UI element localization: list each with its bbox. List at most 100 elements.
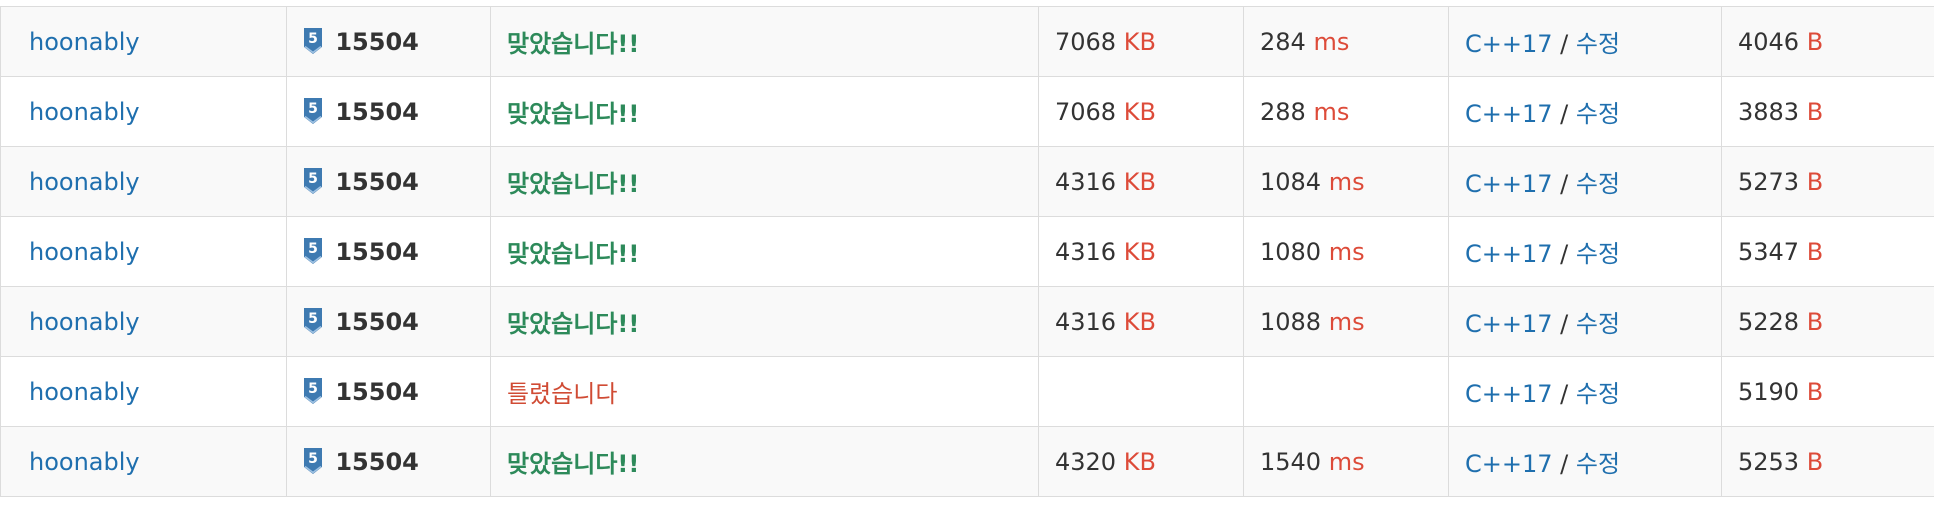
memory-cell: 4316 KB: [1038, 286, 1244, 357]
problem-cell: 5 15504: [286, 6, 491, 77]
memory-value: 7068: [1055, 27, 1117, 56]
code-length-value: 5253: [1738, 447, 1800, 476]
language-separator: /: [1560, 450, 1569, 478]
result-text[interactable]: 맞았습니다!!: [507, 310, 639, 338]
tier-badge-text: 5: [308, 31, 318, 47]
memory-value: 4316: [1055, 307, 1117, 336]
submission-status-table: hoonably 5 15504 맞았습니다!! 7068 KB 284 ms …: [0, 6, 1934, 497]
tier-badge-icon: 5: [304, 378, 322, 404]
problem-cell: 5 15504: [286, 286, 491, 357]
edit-link[interactable]: 수정: [1576, 170, 1620, 198]
edit-link[interactable]: 수정: [1576, 240, 1620, 268]
problem-link[interactable]: 15504: [335, 168, 419, 196]
result-text[interactable]: 맞았습니다!!: [507, 100, 639, 128]
time-unit: ms: [1328, 237, 1365, 266]
tier-badge-text: 5: [308, 101, 318, 117]
code-length-unit: B: [1806, 97, 1824, 126]
language-separator: /: [1560, 30, 1569, 58]
problem-cell: 5 15504: [286, 146, 491, 217]
user-link[interactable]: hoonably: [29, 28, 140, 56]
result-text[interactable]: 틀렸습니다: [507, 380, 617, 408]
memory-value: 7068: [1055, 97, 1117, 126]
memory-cell: 4316 KB: [1038, 146, 1244, 217]
table-row: hoonably 5 15504 맞았습니다!! 4316 KB 1080 ms…: [0, 216, 1934, 287]
code-length-unit: B: [1806, 27, 1824, 56]
time-value: 1088: [1260, 307, 1322, 336]
user-link[interactable]: hoonably: [29, 168, 140, 196]
language-link[interactable]: C++17: [1465, 310, 1553, 338]
problem-link[interactable]: 15504: [335, 448, 419, 476]
problem-cell: 5 15504: [286, 76, 491, 147]
language-link[interactable]: C++17: [1465, 170, 1553, 198]
memory-unit: KB: [1123, 237, 1156, 266]
tier-badge-icon: 5: [304, 308, 322, 334]
edit-link[interactable]: 수정: [1576, 310, 1620, 338]
language-cell: C++17 / 수정: [1448, 76, 1722, 147]
time-cell: 1540 ms: [1243, 426, 1449, 497]
user-link[interactable]: hoonably: [29, 448, 140, 476]
memory-value: 4316: [1055, 167, 1117, 196]
language-link[interactable]: C++17: [1465, 450, 1553, 478]
user-cell: hoonably: [0, 76, 287, 147]
tier-badge-text: 5: [308, 381, 318, 397]
table-row: hoonably 5 15504 틀렸습니다 C++17 / 수정 5190 B: [0, 356, 1934, 427]
edit-link[interactable]: 수정: [1576, 100, 1620, 128]
edit-link[interactable]: 수정: [1576, 450, 1620, 478]
problem-link[interactable]: 15504: [335, 28, 419, 56]
table-row: hoonably 5 15504 맞았습니다!! 4316 KB 1088 ms…: [0, 286, 1934, 357]
user-link[interactable]: hoonably: [29, 308, 140, 336]
code-length-value: 5228: [1738, 307, 1800, 336]
tier-badge-icon: 5: [304, 98, 322, 124]
problem-link[interactable]: 15504: [335, 308, 419, 336]
result-text[interactable]: 맞았습니다!!: [507, 170, 639, 198]
time-unit: ms: [1313, 97, 1350, 126]
problem-link[interactable]: 15504: [335, 238, 419, 266]
result-text[interactable]: 맞았습니다!!: [507, 240, 639, 268]
code-length-cell: 3883 B: [1721, 76, 1934, 147]
result-cell: 맞았습니다!!: [490, 146, 1039, 217]
time-value: 288: [1260, 97, 1306, 126]
result-cell: 맞았습니다!!: [490, 6, 1039, 77]
memory-value: 4320: [1055, 447, 1117, 476]
result-text[interactable]: 맞았습니다!!: [507, 30, 639, 58]
language-separator: /: [1560, 310, 1569, 338]
user-cell: hoonably: [0, 356, 287, 427]
code-length-value: 4046: [1738, 27, 1800, 56]
edit-link[interactable]: 수정: [1576, 380, 1620, 408]
time-cell: 1084 ms: [1243, 146, 1449, 217]
user-link[interactable]: hoonably: [29, 98, 140, 126]
language-separator: /: [1560, 380, 1569, 408]
language-link[interactable]: C++17: [1465, 100, 1553, 128]
language-link[interactable]: C++17: [1465, 380, 1553, 408]
edit-link[interactable]: 수정: [1576, 30, 1620, 58]
language-link[interactable]: C++17: [1465, 30, 1553, 58]
user-cell: hoonably: [0, 216, 287, 287]
memory-unit: KB: [1123, 27, 1156, 56]
user-cell: hoonably: [0, 426, 287, 497]
user-cell: hoonably: [0, 286, 287, 357]
problem-link[interactable]: 15504: [335, 98, 419, 126]
status-table-body: hoonably 5 15504 맞았습니다!! 7068 KB 284 ms …: [0, 6, 1934, 497]
language-cell: C++17 / 수정: [1448, 6, 1722, 77]
memory-cell: 7068 KB: [1038, 6, 1244, 77]
time-value: 1084: [1260, 167, 1322, 196]
memory-unit: KB: [1123, 167, 1156, 196]
time-unit: ms: [1328, 307, 1365, 336]
code-length-value: 3883: [1738, 97, 1800, 126]
user-link[interactable]: hoonably: [29, 238, 140, 266]
memory-cell: 4316 KB: [1038, 216, 1244, 287]
language-cell: C++17 / 수정: [1448, 146, 1722, 217]
memory-cell: [1038, 356, 1244, 427]
language-link[interactable]: C++17: [1465, 240, 1553, 268]
problem-link[interactable]: 15504: [335, 378, 419, 406]
time-value: 1080: [1260, 237, 1322, 266]
problem-cell: 5 15504: [286, 426, 491, 497]
result-text[interactable]: 맞았습니다!!: [507, 450, 639, 478]
code-length-unit: B: [1806, 307, 1824, 336]
memory-unit: KB: [1123, 307, 1156, 336]
tier-badge-text: 5: [308, 311, 318, 327]
table-row: hoonably 5 15504 맞았습니다!! 4316 KB 1084 ms…: [0, 146, 1934, 217]
time-unit: ms: [1313, 27, 1350, 56]
result-cell: 맞았습니다!!: [490, 216, 1039, 287]
user-link[interactable]: hoonably: [29, 378, 140, 406]
